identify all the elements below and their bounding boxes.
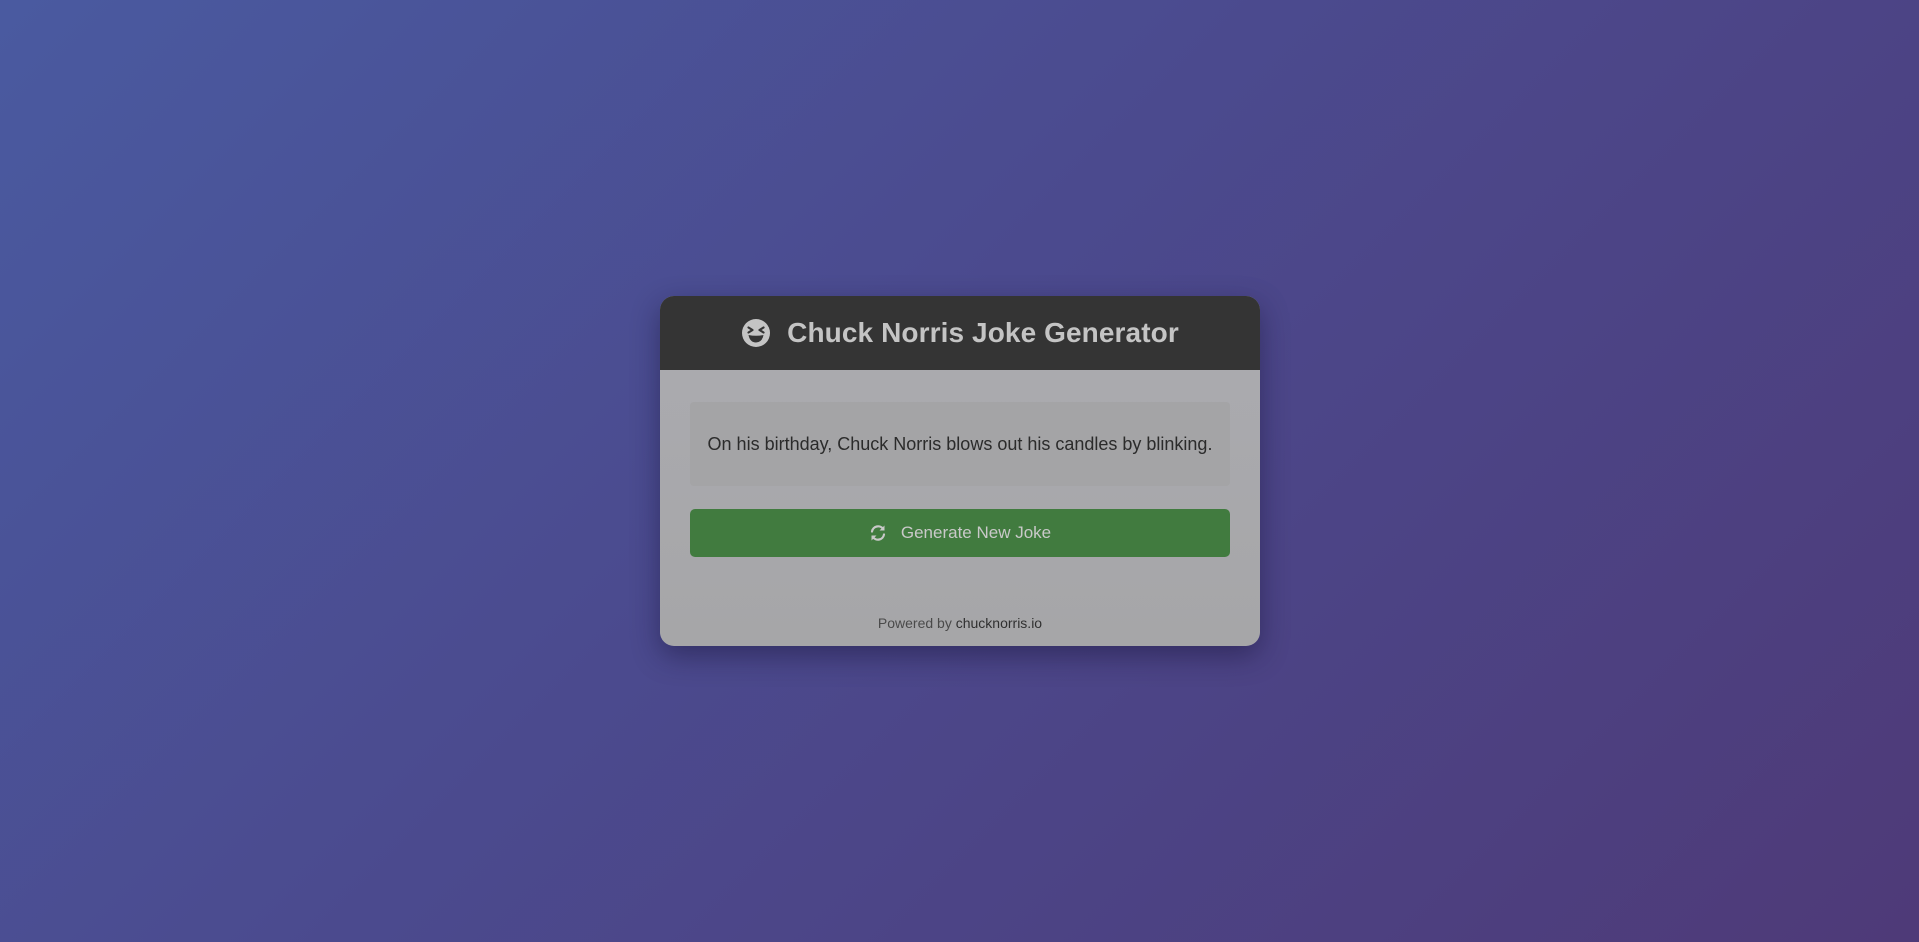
- refresh-icon: [870, 525, 885, 541]
- page-title: Chuck Norris Joke Generator: [787, 317, 1179, 348]
- joke-text: On his birthday, Chuck Norris blows out …: [690, 402, 1230, 486]
- footer: Powered by chucknorris.io: [660, 615, 1260, 631]
- generate-joke-button[interactable]: Generate New Joke: [690, 509, 1230, 557]
- laughing-face-icon: [742, 319, 771, 347]
- generate-joke-label: Generate New Joke: [900, 523, 1052, 542]
- footer-prefix: Powered by: [877, 615, 952, 631]
- joke-card: Chuck Norris Joke Generator On his birth…: [660, 296, 1260, 646]
- card-body: On his birthday, Chuck Norris blows out …: [660, 370, 1260, 557]
- card-header: Chuck Norris Joke Generator: [660, 296, 1260, 370]
- chucknorris-link[interactable]: chucknorris.io: [956, 615, 1042, 631]
